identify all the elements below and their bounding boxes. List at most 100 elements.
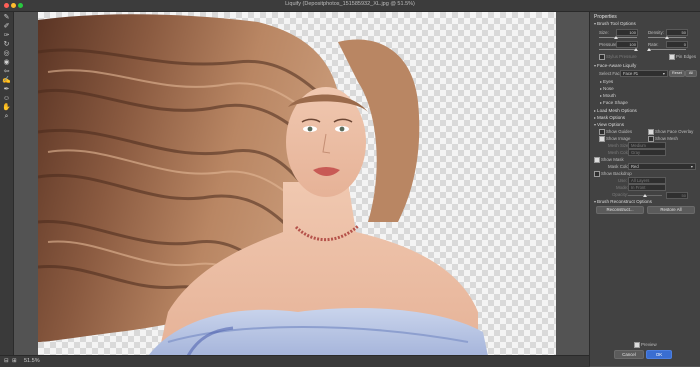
forward-warp-tool-icon[interactable]: ✎: [2, 14, 11, 22]
density-field[interactable]: 50: [666, 29, 688, 36]
chevron-right-icon: ▸: [594, 115, 597, 120]
stylus-pressure-checkbox[interactable]: [599, 54, 605, 60]
opacity-value: 50: [681, 193, 686, 198]
mouth-label: Mouth: [603, 93, 616, 98]
density-value: 50: [681, 30, 686, 35]
liquify-toolbar: ✎ ✐ ✑ ↻ ◎ ◉ ⇦ ✍ ✒ ☺ ✋ ⌕: [0, 12, 14, 355]
pressure-field[interactable]: 100: [616, 41, 638, 48]
show-image-label: Show Image: [606, 136, 631, 141]
panel-title: Properties: [594, 14, 617, 20]
size-label: Size:: [599, 30, 609, 35]
size-slider[interactable]: [599, 37, 637, 38]
window-title: Liquify (Depositphotos_151585932_XL.jpg …: [285, 1, 415, 7]
show-guides-checkbox[interactable]: [599, 129, 605, 135]
rate-slider[interactable]: [648, 49, 686, 50]
size-slider-knob[interactable]: [614, 36, 618, 39]
freeze-mask-tool-icon[interactable]: ✍: [2, 77, 11, 85]
chevron-down-icon: ▾: [690, 164, 693, 169]
rate-label: Rate:: [648, 42, 659, 47]
nose-section[interactable]: ▸Nose: [600, 86, 614, 91]
zoom-out-icon[interactable]: ⊟: [4, 358, 9, 364]
brush-tool-options-header[interactable]: ▾Brush Tool Options: [594, 21, 636, 26]
pressure-slider-knob[interactable]: [634, 48, 638, 51]
chevron-right-icon: ▸: [600, 93, 603, 98]
use-label: Use:: [618, 178, 628, 183]
opacity-slider-knob[interactable]: [643, 194, 647, 197]
pucker-tool-icon[interactable]: ◎: [2, 50, 11, 58]
twirl-tool-icon[interactable]: ↻: [2, 41, 11, 49]
view-options-header[interactable]: ▾View Options: [594, 122, 624, 127]
mouth-section[interactable]: ▸Mouth: [600, 93, 616, 98]
face-shape-section[interactable]: ▸Face Shape: [600, 100, 628, 105]
pressure-label: Pressure:: [599, 42, 618, 47]
mesh-color-dropdown[interactable]: Gray: [628, 149, 666, 156]
chevron-right-icon: ▸: [600, 100, 603, 105]
push-left-tool-icon[interactable]: ⇦: [2, 68, 11, 76]
cancel-button[interactable]: Cancel: [614, 350, 644, 359]
reconstruct-tool-icon[interactable]: ✐: [2, 23, 11, 31]
show-image-checkbox[interactable]: [599, 136, 605, 142]
show-face-overlay-label: Show Face Overlay: [655, 129, 694, 134]
stylus-pressure-label: Stylus Pressure: [606, 54, 637, 59]
show-backdrop-checkbox[interactable]: [594, 171, 600, 177]
pressure-slider[interactable]: [599, 49, 637, 50]
brush-reconstruct-options-label: Brush Reconstruct Options: [597, 199, 652, 204]
size-field[interactable]: 100: [616, 29, 638, 36]
canvas-area[interactable]: [14, 12, 588, 356]
pin-edges-checkbox[interactable]: [669, 54, 675, 60]
bloat-tool-icon[interactable]: ◉: [2, 59, 11, 67]
chevron-right-icon: ▸: [594, 108, 597, 113]
mesh-color-value: Gray: [631, 150, 641, 155]
rate-slider-knob[interactable]: [647, 48, 651, 51]
select-face-value: Face #1: [623, 71, 639, 76]
mask-color-dropdown[interactable]: Red ▾: [628, 163, 696, 170]
restore-all-button[interactable]: Restore All: [647, 206, 695, 214]
show-face-overlay-checkbox[interactable]: [648, 129, 654, 135]
face-shape-label: Face Shape: [603, 100, 628, 105]
use-value: All Layers: [631, 178, 650, 183]
reset-button[interactable]: Reset: [669, 70, 685, 77]
pin-edges-label: Pin Edges: [676, 54, 697, 59]
opacity-label: Opacity:: [612, 192, 629, 197]
density-slider-knob[interactable]: [665, 36, 669, 39]
show-guides-label: Show Guides: [606, 129, 633, 134]
properties-panel: Properties ▾Brush Tool Options Size: 100…: [589, 12, 700, 366]
chevron-down-icon: ▾: [662, 71, 665, 76]
smooth-tool-icon[interactable]: ✑: [2, 32, 11, 40]
zoom-level[interactable]: 51.5%: [24, 358, 40, 364]
hand-tool-icon[interactable]: ✋: [2, 104, 11, 112]
all-button[interactable]: All: [685, 70, 697, 77]
eyes-section[interactable]: ▸Eyes: [600, 79, 613, 84]
ok-button[interactable]: OK: [646, 350, 672, 359]
eyes-label: Eyes: [603, 79, 614, 84]
rate-field[interactable]: 0: [666, 41, 688, 48]
nose-label: Nose: [603, 86, 614, 91]
opacity-field[interactable]: 50: [666, 192, 688, 199]
liquified-photo[interactable]: [38, 12, 556, 356]
pressure-value: 100: [629, 42, 636, 47]
reconstruct-button[interactable]: Reconstruct...: [596, 206, 644, 214]
load-mesh-options-header[interactable]: ▸Load Mesh Options: [594, 108, 637, 113]
mask-options-header[interactable]: ▸Mask Options: [594, 115, 625, 120]
thaw-mask-tool-icon[interactable]: ✒: [2, 86, 11, 94]
select-face-dropdown[interactable]: Face #1 ▾: [620, 70, 668, 77]
use-dropdown[interactable]: All Layers: [628, 177, 666, 184]
mode-dropdown[interactable]: In Front: [628, 184, 666, 191]
brush-reconstruct-options-header[interactable]: ▾Brush Reconstruct Options: [594, 199, 652, 204]
show-mask-checkbox[interactable]: [594, 157, 600, 163]
mesh-size-value: Medium: [631, 143, 646, 148]
preview-checkbox[interactable]: [634, 342, 640, 348]
chevron-right-icon: ▸: [600, 86, 603, 91]
face-aware-header[interactable]: ▾Face-Aware Liquify: [594, 63, 636, 68]
face-tool-icon[interactable]: ☺: [2, 95, 11, 103]
mesh-size-dropdown[interactable]: Medium: [628, 142, 666, 149]
zoom-tool-icon[interactable]: ⌕: [2, 113, 11, 121]
mesh-size-label: Mesh Size:: [608, 143, 630, 148]
mode-value: In Front: [631, 185, 646, 190]
zoom-in-icon[interactable]: ⊞: [12, 358, 17, 364]
mask-color-value: Red: [631, 164, 639, 169]
show-backdrop-label: Show Backdrop: [601, 171, 632, 176]
chevron-right-icon: ▸: [600, 79, 603, 84]
portrait-image: [38, 14, 488, 356]
density-label: Density:: [648, 30, 664, 35]
